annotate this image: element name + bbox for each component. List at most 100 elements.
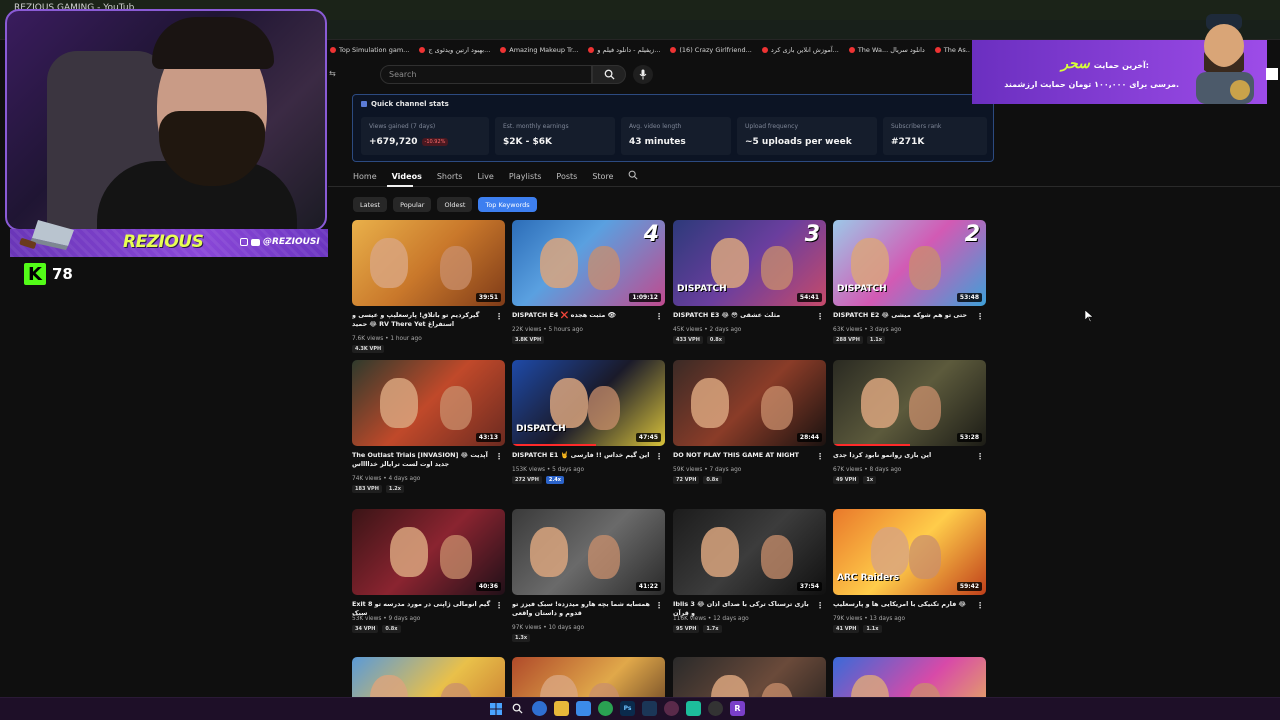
thumbnail-face [440, 386, 472, 430]
video-title[interactable]: این بازی روانمو نابود کردا جدی [833, 451, 973, 460]
sidebar-toggle-icon[interactable]: ⇆ [329, 69, 336, 78]
more-options-icon[interactable]: ⋮ [976, 601, 984, 610]
obs-icon[interactable] [708, 701, 723, 716]
search-input[interactable]: Search [380, 65, 592, 84]
video-thumbnail[interactable]: 39:51 [352, 220, 505, 306]
chrome-icon[interactable] [598, 701, 613, 716]
video-card[interactable]: DISPATCH 2 53:48 DISPATCH E2 😂 حتی تو هم شو… [833, 220, 986, 356]
video-card[interactable]: DISPATCH 47:45 DISPATCH E1 🤘 این گیم خداس … [512, 360, 665, 496]
chip-top-keywords[interactable]: Top Keywords [478, 197, 537, 212]
vph-badge: 49 VPH [833, 476, 860, 484]
bookmark-item[interactable]: بهبود ارتین ویدئوی ج... [419, 42, 490, 58]
video-title[interactable]: DISPATCH E1 🤘 این گیم خداس !! فارسی [512, 451, 652, 460]
channel-search-icon[interactable] [628, 170, 639, 182]
handle-text: @REZIOUSI [263, 237, 320, 247]
chip-latest[interactable]: Latest [353, 197, 388, 212]
taskbar-icons: Ps R [488, 701, 745, 716]
more-options-icon[interactable]: ⋮ [655, 452, 663, 461]
more-options-icon[interactable]: ⋮ [816, 452, 824, 461]
thumbnail-face [588, 535, 620, 579]
video-card[interactable]: 43:13 The Outlast Trials [INVASION] 😂 آپد… [352, 360, 505, 496]
video-title[interactable]: همسایه شما بچه هارو میدزده! سبک فیزز تو … [512, 600, 652, 618]
video-title[interactable]: DISPATCH E3 😂 😳 مثلث عشقی [673, 311, 813, 320]
photoshop-icon[interactable]: Ps [620, 701, 635, 716]
video-thumbnail[interactable]: DISPATCH 2 53:48 [833, 220, 986, 306]
stat-label: Upload frequency [745, 123, 799, 130]
chip-oldest[interactable]: Oldest [437, 197, 473, 212]
more-options-icon[interactable]: ⋮ [976, 452, 984, 461]
green-app-icon[interactable] [686, 701, 701, 716]
video-card[interactable]: 4 1:09:12 DISPATCH E4 ❌ مثبت هجده 👁 ⋮ 22K vi… [512, 220, 665, 356]
r-app-icon[interactable]: R [730, 701, 745, 716]
video-card[interactable]: 39:51 گیرکردیم تو باتلاق! پارسعلیپ و عیسی… [352, 220, 505, 356]
tab-playlists[interactable]: Playlists [509, 172, 542, 181]
video-card[interactable] [352, 657, 505, 720]
more-options-icon[interactable]: ⋮ [976, 312, 984, 321]
video-card[interactable]: 53:28 این بازی روانمو نابود کردا جدی ⋮ 67K … [833, 360, 986, 496]
kick-viewer-counter: K 78 [24, 263, 73, 285]
bookmark-item[interactable]: The Wa... دانلود سریال [848, 42, 925, 58]
voice-search-button[interactable] [633, 65, 653, 84]
video-card[interactable]: 37:54 Iblis 3 😂 بازی ترسناک ترکی با صدای … [673, 509, 826, 645]
video-thumbnail[interactable]: ARC Raiders 59:42 [833, 509, 986, 595]
tab-store[interactable]: Store [592, 172, 613, 181]
more-options-icon[interactable]: ⋮ [655, 601, 663, 610]
copilot-icon[interactable] [532, 701, 547, 716]
video-thumbnail[interactable]: 40:36 [352, 509, 505, 595]
video-title[interactable]: DO NOT PLAY THIS GAME AT NIGHT [673, 451, 813, 460]
bookmark-item[interactable]: زیفیلم - دانلود فیلم و... [588, 42, 660, 58]
taskbar-search-icon[interactable] [510, 701, 525, 716]
bookmark-item[interactable]: Top Simulation gam... [330, 42, 409, 58]
video-thumbnail[interactable]: DISPATCH 47:45 [512, 360, 665, 446]
video-title[interactable]: DISPATCH E4 ❌ مثبت هجده 👁 [512, 311, 652, 320]
video-thumbnail[interactable]: 53:28 [833, 360, 986, 446]
video-thumbnail[interactable]: DISPATCH 3 54:41 [673, 220, 826, 306]
windows-start-icon[interactable] [488, 701, 503, 716]
video-card[interactable] [673, 657, 826, 720]
more-options-icon[interactable]: ⋮ [816, 312, 824, 321]
chip-popular[interactable]: Popular [393, 197, 432, 212]
bookmark-item[interactable]: آموزش انلاین بازی کرد... [761, 42, 839, 58]
video-thumbnail[interactable]: 43:13 [352, 360, 505, 446]
video-card[interactable]: DISPATCH 3 54:41 DISPATCH E3 😂 😳 مثلث عشقی ⋮… [673, 220, 826, 356]
video-card[interactable]: 40:36 Exit 8 گیم انومالی ژاپنی در مورد مد… [352, 509, 505, 645]
tab-posts[interactable]: Posts [556, 172, 577, 181]
more-options-icon[interactable]: ⋮ [495, 452, 503, 461]
video-title[interactable]: فارم تکنیکی با امریکایی ها و پارسعلیپ 😂 [833, 600, 973, 609]
more-options-icon[interactable]: ⋮ [495, 312, 503, 321]
video-title[interactable]: The Outlast Trials [INVASION] 😂 آپدیت جد… [352, 451, 492, 469]
video-card[interactable]: ARC Raiders 59:42 فارم تکنیکی با امریکایی … [833, 509, 986, 645]
bookmark-label: The Wa... دانلود سریال [857, 46, 925, 54]
bookmark-item[interactable]: Amazing Makeup Tr... [500, 42, 578, 58]
tab-shorts[interactable]: Shorts [437, 172, 463, 181]
video-stat-badges: 41 VPH 1.1x [833, 625, 882, 633]
screen-record-icon[interactable] [664, 701, 679, 716]
photos-icon[interactable] [576, 701, 591, 716]
video-thumbnail[interactable]: 4 1:09:12 [512, 220, 665, 306]
video-thumbnail[interactable]: 28:44 [673, 360, 826, 446]
bookmarks-bar: Top Simulation gam... بهبود ارتین ویدئوی … [330, 42, 970, 58]
video-stat-badges: 288 VPH 1.1x [833, 336, 885, 344]
steam-icon[interactable] [642, 701, 657, 716]
video-title[interactable]: DISPATCH E2 😂 حتی تو هم شوکه میشی [833, 311, 973, 320]
bookmark-item[interactable]: The As... دانلود سریال [934, 42, 970, 58]
video-thumbnail[interactable]: 37:54 [673, 509, 826, 595]
stat-value: +679,720 -10.92% [369, 137, 481, 147]
bookmark-favicon-icon [588, 47, 595, 53]
more-options-icon[interactable]: ⋮ [495, 601, 503, 610]
tab-videos[interactable]: Videos [392, 172, 422, 181]
more-options-icon[interactable]: ⋮ [655, 312, 663, 321]
more-options-icon[interactable]: ⋮ [816, 601, 824, 610]
video-card[interactable]: 41:22 همسایه شما بچه هارو میدزده! سبک فیز… [512, 509, 665, 645]
video-card[interactable]: 28:44 DO NOT PLAY THIS GAME AT NIGHT ⋮ 59K … [673, 360, 826, 496]
bookmark-item[interactable]: (16) Crazy Girlfriend... [670, 42, 752, 58]
search-button[interactable] [592, 65, 626, 84]
video-card[interactable] [512, 657, 665, 720]
mouse-cursor-icon [1085, 310, 1093, 322]
tab-home[interactable]: Home [353, 172, 377, 181]
video-thumbnail[interactable]: 41:22 [512, 509, 665, 595]
video-title[interactable]: گیرکردیم تو باتلاق! پارسعلیپ و عیسی و حم… [352, 311, 492, 329]
tab-live[interactable]: Live [477, 172, 493, 181]
video-card[interactable] [833, 657, 986, 720]
file-explorer-icon[interactable] [554, 701, 569, 716]
